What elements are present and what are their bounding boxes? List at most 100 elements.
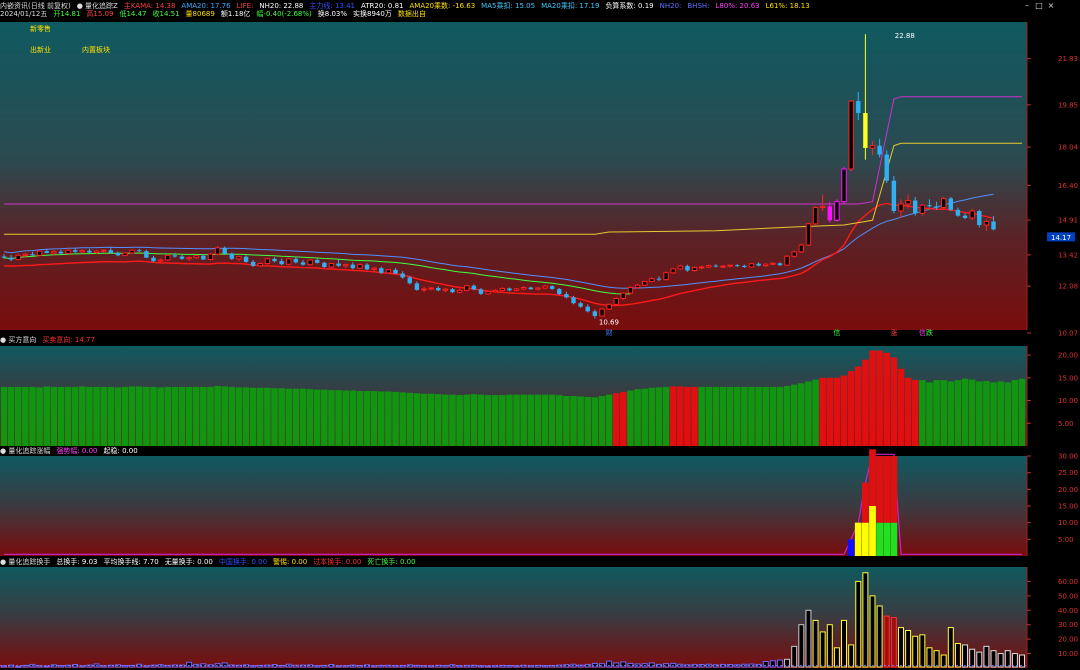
- rise-extra: 起稳: 0.00: [104, 446, 138, 455]
- candle-body: [656, 278, 662, 280]
- intent-bar: [548, 394, 556, 446]
- candle-body: [891, 180, 897, 211]
- turnover-bar: [1004, 650, 1011, 668]
- turnover-tick-label: 60.00: [1058, 578, 1078, 586]
- quote-item: 额1.18亿: [221, 9, 251, 18]
- intent-bar: [499, 395, 506, 446]
- turnover-bar: [969, 648, 976, 668]
- intent-bar: [392, 391, 399, 446]
- intent-bar: [591, 397, 599, 446]
- candle-body: [613, 298, 619, 305]
- intent-bar: [769, 386, 777, 446]
- candle-body: [735, 265, 740, 267]
- intent-bar: [114, 387, 122, 446]
- intent-bar: [890, 357, 898, 446]
- turnover-bar: [627, 662, 634, 668]
- turnover-bar: [933, 650, 940, 668]
- candle-body: [464, 285, 470, 291]
- candle-body: [22, 253, 29, 256]
- turnover-bar: [670, 662, 677, 668]
- label-topleft-0: 新零售: [30, 24, 51, 33]
- intent-bar: [228, 386, 236, 446]
- candle-body: [756, 263, 761, 266]
- rise-title: ● 量化追踪涨幅: [0, 446, 50, 455]
- current-price-label: 14.17: [1051, 234, 1071, 242]
- intent-bar: [968, 379, 976, 446]
- candle-body: [222, 247, 227, 254]
- intent-bar: [370, 391, 378, 446]
- intent-bar: [157, 387, 164, 446]
- intent-bar: [990, 382, 997, 446]
- candle-body: [720, 265, 726, 268]
- intent-bar: [840, 375, 848, 446]
- intent-bar: [627, 390, 634, 446]
- turnover-bar: [912, 635, 919, 668]
- candle-body: [450, 289, 455, 293]
- intent-bar: [961, 378, 969, 446]
- intent-bar: [356, 391, 364, 446]
- candle-body: [592, 311, 598, 316]
- intent-bar: [36, 387, 43, 446]
- turnover-bar: [990, 650, 997, 668]
- rise-bar-red: [876, 456, 884, 523]
- candle-body: [65, 249, 71, 254]
- candle-body: [286, 258, 292, 265]
- candle-body: [698, 266, 705, 269]
- candle-body: [293, 258, 299, 263]
- turnover-bar: [606, 660, 613, 668]
- candle-body: [385, 269, 392, 274]
- candle-body: [940, 197, 947, 208]
- intent-bar: [798, 383, 805, 446]
- turnover-bar: [805, 609, 812, 668]
- intent-bar: [854, 366, 862, 446]
- candle-body: [1, 256, 7, 258]
- intent-bar: [456, 395, 463, 446]
- close-button[interactable]: ×: [1046, 1, 1056, 11]
- turnover-bar: [983, 645, 990, 668]
- turnover-bar: [620, 661, 627, 668]
- price-tick-label: 14.91: [1058, 217, 1078, 225]
- intent-bar: [79, 386, 86, 446]
- event-marker: 信: [919, 328, 926, 337]
- candle-body: [272, 258, 277, 262]
- event-marker: 信: [833, 328, 840, 337]
- candle-body: [713, 265, 719, 267]
- candle-body: [87, 250, 92, 253]
- candle-body: [663, 272, 669, 281]
- turnover-bar: [812, 619, 819, 668]
- main-readout: 负算系数: 0.19: [605, 1, 653, 10]
- turnover-bar: [762, 661, 769, 668]
- candle-body: [100, 249, 107, 252]
- intent-tick-label: 5.00: [1058, 420, 1074, 428]
- restore-button[interactable]: □: [1034, 1, 1044, 11]
- indicator-name: ● 量化追踪Z: [77, 1, 118, 10]
- intent-bar: [434, 394, 442, 446]
- candle-body: [214, 247, 221, 255]
- candle-body: [336, 263, 341, 266]
- event-marker: 涨: [890, 328, 897, 337]
- candle-body: [186, 257, 192, 260]
- intent-bar: [64, 386, 72, 446]
- intent-bar: [555, 395, 563, 446]
- turnover-bar: [862, 572, 869, 668]
- main-readout: AMA20乘数: -16.63: [409, 1, 475, 10]
- intent-bar: [620, 391, 627, 446]
- candle-body: [528, 287, 534, 290]
- candle-body: [15, 254, 21, 261]
- turnover-tick-label: 50.00: [1058, 592, 1078, 600]
- candle-body: [763, 263, 769, 267]
- main-readout: 主力线: 13.41: [309, 1, 355, 10]
- intent-bar: [513, 394, 520, 446]
- intent-bar: [904, 377, 912, 446]
- minimize-button[interactable]: –: [1022, 1, 1032, 11]
- candle-body: [485, 291, 491, 295]
- turnover-bar: [905, 629, 912, 668]
- rise-bar-blue: [847, 539, 855, 556]
- intent-bar: [86, 386, 93, 446]
- rise-bar-red: [883, 456, 891, 523]
- intent-bar: [171, 386, 179, 446]
- intent-bar: [911, 380, 919, 446]
- candle-body: [79, 250, 86, 253]
- candle-body: [557, 288, 562, 295]
- rise-tick-label: 5.00: [1058, 536, 1074, 544]
